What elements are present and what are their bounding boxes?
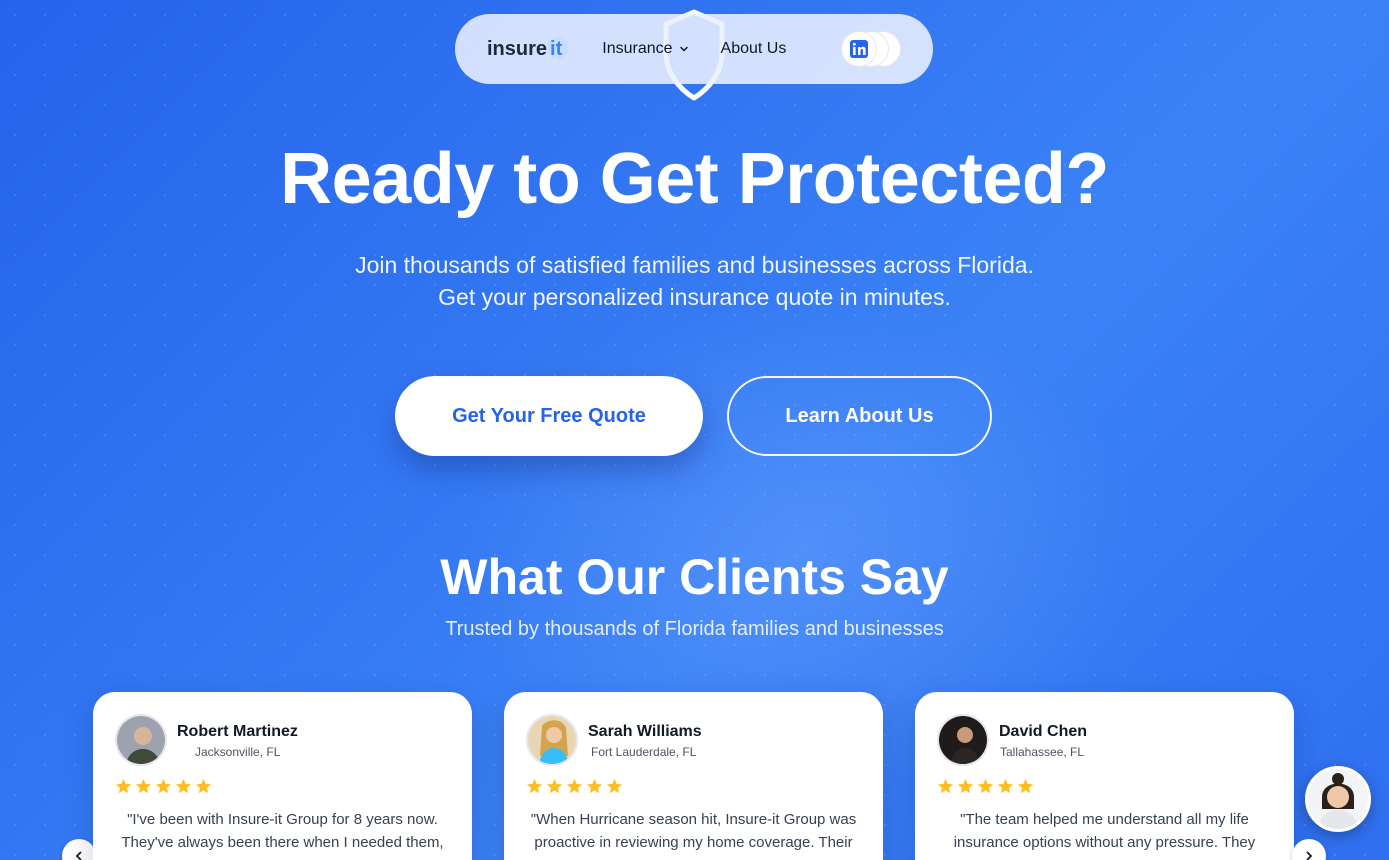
nav-about-label: About Us <box>720 40 787 57</box>
hero-subtitle-line2: Get your personalized insurance quote in… <box>438 284 951 310</box>
chat-assistant-avatar[interactable] <box>1305 766 1371 832</box>
reviewer-location: Fort Lauderdale, FL <box>591 745 697 759</box>
carousel-next-button[interactable] <box>1292 839 1326 860</box>
chevron-down-icon <box>679 46 688 52</box>
testimonial-quote: "The team helped me understand all my li… <box>953 811 1256 851</box>
star-icon <box>566 778 583 794</box>
hero-title: Ready to Get Protected? <box>280 139 1109 219</box>
reviewer-name: David Chen <box>999 723 1088 740</box>
chevron-left-icon <box>75 851 82 860</box>
star-icon <box>175 778 192 794</box>
reviewer-location: Jacksonville, FL <box>195 745 281 759</box>
testimonials-title: What Our Clients Say <box>440 549 949 605</box>
get-free-quote-button[interactable]: Get Your Free Quote <box>395 376 703 456</box>
avatar <box>937 714 989 766</box>
carousel-prev-button[interactable] <box>62 839 96 860</box>
testimonial-quote: "I've been with Insure-it Group for 8 ye… <box>121 811 444 851</box>
reviewer-name: Sarah Williams <box>588 723 702 740</box>
logo-text: insure <box>487 37 548 60</box>
hero-subtitle-line1: Join thousands of satisfied families and… <box>355 252 1034 278</box>
star-icon <box>155 778 172 794</box>
testimonials-subtitle: Trusted by thousands of Florida families… <box>445 618 944 640</box>
testimonial-card: Sarah Williams Fort Lauderdale, FL "When… <box>504 692 883 860</box>
logo[interactable]: insure it <box>487 35 569 61</box>
chevron-right-icon <box>1306 851 1313 860</box>
reviewer-location: Tallahassee, FL <box>1000 745 1085 759</box>
star-icon <box>957 778 974 794</box>
hero-subtitle: Join thousands of satisfied families and… <box>0 249 1389 313</box>
star-icon <box>1017 778 1034 794</box>
avatar <box>526 714 578 766</box>
social-links <box>841 31 901 67</box>
star-rating <box>115 778 212 795</box>
linkedin-icon[interactable] <box>841 31 877 67</box>
star-icon <box>937 778 954 794</box>
nav-insurance-label: Insurance <box>602 40 673 57</box>
star-icon <box>977 778 994 794</box>
nav-about-link[interactable]: About Us <box>721 40 787 58</box>
reviewer-name: Robert Martinez <box>177 723 298 740</box>
star-icon <box>997 778 1014 794</box>
star-icon <box>115 778 132 794</box>
learn-about-us-button[interactable]: Learn About Us <box>727 376 992 456</box>
top-navigation: insure it Insurance About Us <box>455 14 933 84</box>
star-icon <box>195 778 212 794</box>
star-icon <box>135 778 152 794</box>
testimonial-quote: "When Hurricane season hit, Insure-it Gr… <box>530 811 857 851</box>
star-icon <box>606 778 623 794</box>
testimonial-card: David Chen Tallahassee, FL "The team hel… <box>915 692 1294 860</box>
testimonial-card: Robert Martinez Jacksonville, FL "I've b… <box>93 692 472 860</box>
star-icon <box>546 778 563 794</box>
star-rating <box>526 778 623 795</box>
star-icon <box>586 778 603 794</box>
avatar <box>115 714 167 766</box>
star-icon <box>526 778 543 794</box>
nav-insurance-dropdown[interactable]: Insurance <box>602 40 688 58</box>
logo-accent-text: it <box>550 37 563 60</box>
star-rating <box>937 778 1034 795</box>
